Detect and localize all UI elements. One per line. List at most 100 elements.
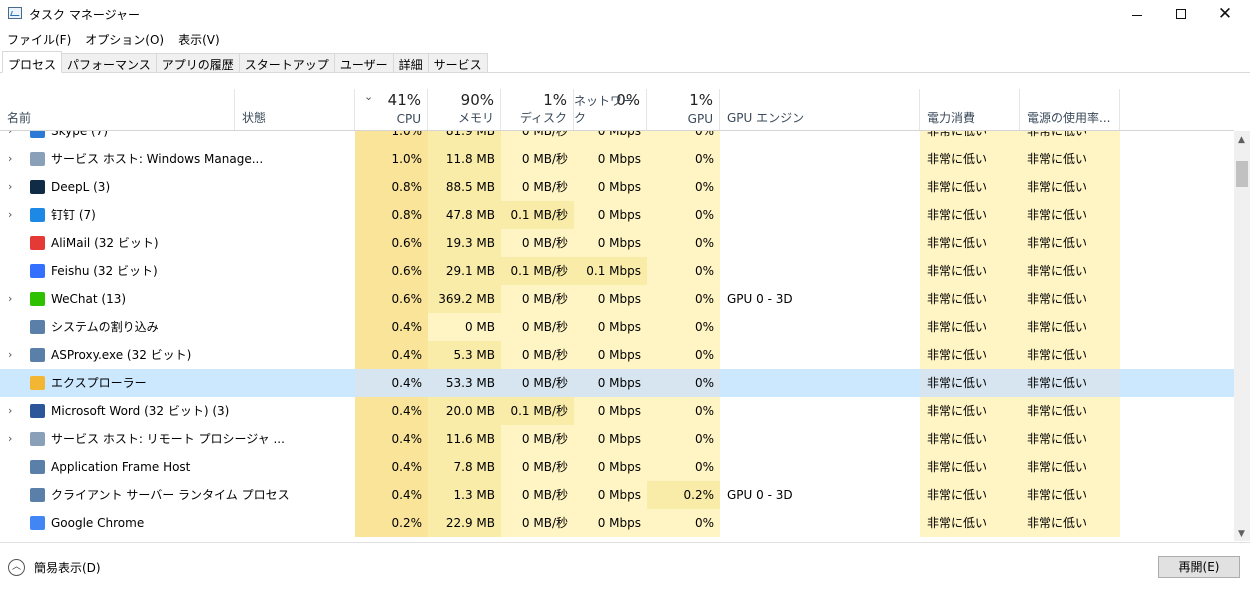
power-trend-value: 非常に低い xyxy=(1020,509,1120,537)
process-table-header: 名前 状態 ⌄ 41% CPU 90% メモリ 1% ディスク 0% ネットワー… xyxy=(0,89,1234,131)
close-button[interactable]: ✕ xyxy=(1202,0,1248,28)
column-header-network[interactable]: 0% ネットワーク xyxy=(574,89,647,130)
memory-value: 88.5 MB xyxy=(428,173,501,201)
expand-chevron-icon[interactable]: › xyxy=(8,285,12,313)
disk-value: 0 MB/秒 xyxy=(501,145,574,173)
network-value: 0 Mbps xyxy=(574,201,647,229)
expand-chevron-icon[interactable]: › xyxy=(8,397,12,425)
cpu-value: 0.4% xyxy=(355,341,428,369)
power-trend-value: 非常に低い xyxy=(1020,453,1120,481)
network-value: 0 Mbps xyxy=(574,509,647,537)
tab-details[interactable]: 詳細 xyxy=(393,53,429,73)
expand-chevron-icon[interactable]: › xyxy=(8,341,12,369)
scroll-down-icon[interactable]: ▼ xyxy=(1238,529,1245,539)
process-row[interactable]: › サービス ホスト: Windows Manage... 1.0% 11.8 MB 0… xyxy=(0,145,1234,173)
gear-icon xyxy=(30,152,45,166)
column-header-name[interactable]: 名前 xyxy=(0,89,235,130)
scroll-up-icon[interactable]: ▲ xyxy=(1238,135,1245,145)
cpu-value: 0.8% xyxy=(355,173,428,201)
gpu-value: 0% xyxy=(647,173,720,201)
process-name: サービス ホスト: Windows Manage... xyxy=(51,152,264,166)
gpu-total-percent: 1% xyxy=(689,91,713,109)
process-row[interactable]: › 钉钉 (7) 0.8% 47.8 MB 0.1 MB/秒 0 Mbps 0% 非常に低い非… xyxy=(0,201,1234,229)
menu-view[interactable]: 表示(V) xyxy=(171,28,227,48)
process-row[interactable]: Feishu (32 ビット) 0.6% 29.1 MB 0.1 MB/秒 0.1 Mb… xyxy=(0,257,1234,285)
cpu-value: 0.6% xyxy=(355,229,428,257)
power-trend-value: 非常に低い xyxy=(1020,369,1120,397)
process-row[interactable]: クライアント サーバー ランタイム プロセス 0.4% 1.3 MB 0 MB/秒 0 … xyxy=(0,481,1234,509)
scrollbar-thumb[interactable] xyxy=(1236,161,1248,187)
expand-chevron-icon[interactable]: › xyxy=(8,173,12,201)
process-row[interactable]: システムの割り込み 0.4% 0 MB 0 MB/秒 0 Mbps 0% 非常に低い 非常に低… xyxy=(0,313,1234,341)
row-filler xyxy=(1120,229,1234,257)
memory-value: 19.3 MB xyxy=(428,229,501,257)
network-value: 0 Mbps xyxy=(574,313,647,341)
row-filler xyxy=(1120,173,1234,201)
process-name-cell: クライアント サーバー ランタイム プロセス xyxy=(0,481,355,509)
column-header-gpu-engine[interactable]: GPU エンジン xyxy=(720,89,920,130)
column-header-cpu[interactable]: ⌄ 41% CPU xyxy=(355,89,428,130)
column-header-disk[interactable]: 1% ディスク xyxy=(501,89,574,130)
row-filler xyxy=(1120,509,1234,537)
network-value: 0 Mbps xyxy=(574,425,647,453)
cpu-value: 0.4% xyxy=(355,425,428,453)
column-header-power[interactable]: 電力消費 xyxy=(920,89,1020,130)
column-header-memory[interactable]: 90% メモリ xyxy=(428,89,501,130)
power-trend-value: 非常に低い xyxy=(1020,481,1120,509)
title-bar: タスク マネージャー ✕ xyxy=(0,0,1250,28)
tab-services[interactable]: サービス xyxy=(428,53,488,73)
process-row[interactable]: › DeepL (3) 0.8% 88.5 MB 0 MB/秒 0 Mbps 0% 非常に低い… xyxy=(0,173,1234,201)
power-usage-value: 非常に低い xyxy=(920,313,1020,341)
process-row[interactable]: › WeChat (13) 0.6% 369.2 MB 0 MB/秒 0 Mbps 0% GP… xyxy=(0,285,1234,313)
tab-app-history[interactable]: アプリの履歴 xyxy=(156,53,240,73)
column-header-status[interactable]: 状態 xyxy=(235,89,355,130)
process-name-cell: Google Chrome xyxy=(0,509,355,537)
disk-value: 0 MB/秒 xyxy=(501,341,574,369)
gpu-engine-value xyxy=(720,201,920,229)
tab-processes[interactable]: プロセス xyxy=(2,51,63,73)
expand-chevron-icon[interactable]: › xyxy=(8,131,12,145)
fewer-details-link[interactable]: 簡易表示(D) xyxy=(34,559,101,576)
process-name: クライアント サーバー ランタイム プロセス xyxy=(51,488,290,502)
process-row[interactable]: › Skype (7) 1.0%81.9 MB0 MB/秒0 Mbps0% 非常に低い… xyxy=(0,131,1234,145)
cpu-value: 0.4% xyxy=(355,481,428,509)
menu-file[interactable]: ファイル(F) xyxy=(0,28,78,48)
process-table-body: ›Skype (7)1.0%81.9 MB0 MB/秒0 Mbps0%非常に低い… xyxy=(0,131,1234,541)
column-header-gpu[interactable]: 1% GPU xyxy=(647,89,720,130)
power-usage-value: 非常に低い xyxy=(920,285,1020,313)
power-usage-value: 非常に低い xyxy=(920,257,1020,285)
memory-value: 29.1 MB xyxy=(428,257,501,285)
expand-chevron-icon[interactable]: › xyxy=(8,425,12,453)
task-manager-app-icon xyxy=(8,7,22,19)
expand-chevron-icon[interactable]: › xyxy=(8,145,12,173)
column-gpu-label: GPU xyxy=(687,112,713,126)
tab-users[interactable]: ユーザー xyxy=(334,53,394,73)
minimize-button[interactable] xyxy=(1114,0,1160,28)
close-icon: ✕ xyxy=(1217,4,1233,24)
process-row[interactable]: › ASProxy.exe (32 ビット) 0.4% 5.3 MB 0 MB/秒 0 M… xyxy=(0,341,1234,369)
vertical-scrollbar[interactable]: ▲ ▼ xyxy=(1234,131,1250,541)
row-filler xyxy=(1120,131,1234,145)
tab-startup[interactable]: スタートアップ xyxy=(239,53,335,73)
gpu-value: 0% xyxy=(647,229,720,257)
row-filler xyxy=(1120,285,1234,313)
process-row[interactable]: Google Chrome 0.2% 22.9 MB 0 MB/秒 0 Mbps 0% 非常… xyxy=(0,509,1234,537)
restart-button[interactable]: 再開(E) xyxy=(1158,556,1240,578)
process-row[interactable]: Application Frame Host 0.4% 7.8 MB 0 MB/秒 0 … xyxy=(0,453,1234,481)
power-trend-value: 非常に低い xyxy=(1020,285,1120,313)
power-trend-value: 非常に低い xyxy=(1020,425,1120,453)
process-row[interactable]: エクスプローラー 0.4% 53.3 MB 0 MB/秒 0 Mbps 0% 非常に低い 非常… xyxy=(0,369,1234,397)
network-value: 0 Mbps xyxy=(574,285,647,313)
power-trend-value: 非常に低い xyxy=(1020,173,1120,201)
column-header-power-trend[interactable]: 電源の使用率... xyxy=(1020,89,1120,130)
process-row[interactable]: › Microsoft Word (32 ビット) (3) 0.4% 20.0 MB 0… xyxy=(0,397,1234,425)
column-name-label: 名前 xyxy=(7,111,32,125)
process-row[interactable]: › サービス ホスト: リモート プロシージャ ... 0.4% 11.6 MB 0 M… xyxy=(0,425,1234,453)
expand-chevron-icon[interactable]: › xyxy=(8,201,12,229)
row-filler xyxy=(1120,313,1234,341)
process-row[interactable]: AliMail (32 ビット) 0.6% 19.3 MB 0 MB/秒 0 Mbps 0… xyxy=(0,229,1234,257)
maximize-button[interactable] xyxy=(1158,0,1204,28)
tab-performance[interactable]: パフォーマンス xyxy=(62,53,157,73)
menu-options[interactable]: オプション(O) xyxy=(78,28,171,48)
collapse-up-icon[interactable]: ︿ xyxy=(8,559,25,576)
